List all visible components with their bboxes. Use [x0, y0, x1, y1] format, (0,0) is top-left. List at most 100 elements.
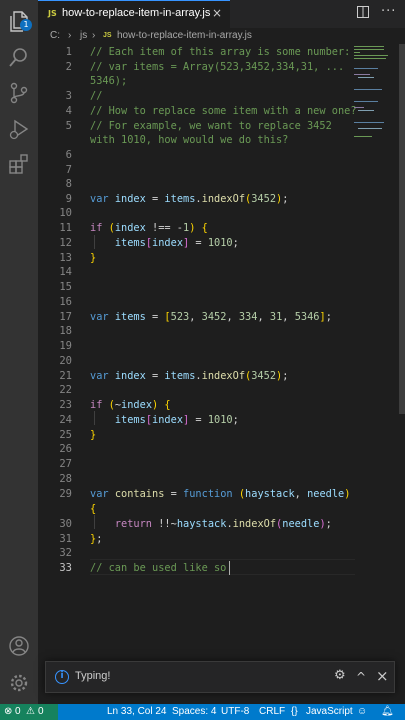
code-line-33: // can be used like so	[90, 562, 233, 574]
more-actions-icon[interactable]: ···	[381, 4, 396, 19]
minimap-line	[354, 58, 386, 59]
minimap[interactable]	[352, 44, 398, 164]
encoding[interactable]: UTF-8	[221, 706, 249, 717]
line-number: 3	[65, 90, 72, 102]
notification-gear-icon[interactable]: ⚙	[334, 668, 346, 683]
warning-icon: ⚠	[26, 706, 35, 717]
line-number: 27	[59, 458, 72, 470]
code-line-5-wrap: with 1010, how would we do this?	[90, 134, 289, 146]
code-line-31: };	[90, 533, 103, 545]
code-line-3: //	[90, 90, 103, 102]
braces-icon: {}	[291, 706, 298, 717]
source-control-icon[interactable]	[6, 80, 32, 106]
minimap-line	[358, 128, 382, 129]
notification-toast: i Typing! ⚙ ^ ×	[45, 661, 395, 693]
notification-collapse-icon[interactable]: ^	[356, 670, 366, 684]
code-line-13: }	[90, 252, 97, 264]
line-number: 14	[59, 266, 72, 278]
code-line-2-wrap: 5346);	[90, 75, 128, 87]
chevron-right-icon: ›	[68, 30, 72, 41]
minimap-line	[354, 74, 370, 75]
line-number: 22	[59, 384, 72, 396]
code-editor[interactable]: 1 2 3 4 5 6 7 8 9 10 11 12 13 14 15 16 17 18 19 20 21 22 23 24 2…	[38, 44, 405, 660]
breadcrumb-file[interactable]: how-to-replace-item-in-array.js	[117, 30, 252, 41]
status-bar: ⊗ 0 ⚠ 0 Ln 33, Col 24 Spaces: 4 UTF-8 CR…	[0, 704, 405, 720]
breadcrumb-folder[interactable]: js	[80, 30, 87, 41]
code-line-29: var contains = function (haystack, needl…	[90, 488, 351, 500]
code-line-23: if (~index) {	[90, 399, 171, 411]
line-number: 30	[59, 518, 72, 530]
search-icon[interactable]	[6, 44, 32, 70]
code-line-17: var items = [523, 3452, 334, 31, 5346];	[90, 311, 332, 323]
line-number: 13	[59, 252, 72, 264]
line-number: 16	[59, 296, 72, 308]
minimap-line	[354, 107, 364, 108]
line-number: 11	[59, 222, 72, 234]
code-line-30: return !!~haystack.indexOf(needle);	[114, 518, 332, 530]
warning-count[interactable]: 0	[38, 706, 44, 717]
explorer-badge: 1	[20, 19, 32, 31]
code-line-12: items[index] = 1010;	[114, 237, 239, 249]
line-ending[interactable]: CRLF	[259, 706, 285, 717]
line-number: 18	[59, 325, 72, 337]
line-number: 17	[59, 311, 72, 323]
indentation[interactable]: Spaces: 4	[172, 706, 216, 717]
run-debug-icon[interactable]	[6, 116, 32, 142]
breadcrumb: C: › js › JS how-to-replace-item-in-arra…	[38, 28, 405, 44]
minimap-line	[354, 122, 384, 123]
line-number: 7	[65, 164, 72, 176]
minimap-line	[354, 49, 384, 50]
line-number: 28	[59, 473, 72, 485]
minimap-line	[354, 55, 388, 56]
code-line-2: // var items = Array(523,3452,334,31, ..…	[90, 61, 345, 73]
notification-message: Typing!	[75, 670, 111, 682]
activity-bar: 1	[0, 0, 38, 704]
split-editor-icon[interactable]	[357, 6, 369, 21]
line-number: 29	[59, 488, 72, 500]
line-number: 21	[59, 370, 72, 382]
minimap-line	[354, 46, 384, 47]
line-number: 33	[59, 562, 72, 574]
cursor-position[interactable]: Ln 33, Col 24	[107, 706, 167, 717]
language-mode[interactable]: JavaScript	[306, 706, 353, 717]
error-count[interactable]: 0	[15, 706, 21, 717]
line-number: 24	[59, 414, 72, 426]
line-number: 5	[65, 120, 72, 132]
line-number: 2	[65, 61, 72, 73]
line-number: 15	[59, 281, 72, 293]
line-number: 19	[59, 340, 72, 352]
code-line-25: }	[90, 429, 97, 441]
code-line-21: var index = items.indexOf(3452);	[90, 370, 289, 382]
chevron-right-icon: ›	[92, 30, 96, 41]
minimap-line	[358, 110, 374, 111]
line-number: 23	[59, 399, 72, 411]
line-number: 26	[59, 443, 72, 455]
code-line-1: // Each item of this array is some numbe…	[90, 46, 351, 58]
notifications-bell-icon[interactable]: 🔔︎	[381, 706, 394, 717]
js-file-icon: JS	[103, 32, 112, 39]
minimap-line	[358, 77, 374, 78]
code-line-24: items[index] = 1010;	[114, 414, 239, 426]
notification-close-icon[interactable]: ×	[376, 667, 389, 685]
editor-tab[interactable]: JS how-to-replace-item-in-array.js ×	[38, 0, 230, 28]
tab-close-icon[interactable]: ×	[212, 6, 222, 20]
line-number: 31	[59, 533, 72, 545]
tab-filename: how-to-replace-item-in-array.js	[62, 7, 211, 19]
line-number: 4	[65, 105, 72, 117]
code-line-9: var index = items.indexOf(3452);	[90, 193, 289, 205]
minimap-line	[354, 89, 382, 90]
minimap-line	[354, 101, 378, 102]
code-line-29-wrap: {	[90, 503, 97, 515]
minimap-line	[354, 68, 378, 69]
extensions-icon[interactable]	[6, 152, 32, 178]
line-number: 20	[59, 355, 72, 367]
manage-gear-icon[interactable]	[6, 670, 32, 696]
feedback-icon[interactable]: ☺	[357, 706, 367, 717]
error-icon: ⊗	[4, 706, 13, 717]
minimap-line	[354, 136, 372, 137]
minimap-line	[354, 52, 360, 53]
js-file-icon: JS	[48, 9, 57, 18]
vertical-scrollbar[interactable]	[399, 44, 405, 414]
breadcrumb-drive[interactable]: C:	[50, 30, 60, 41]
account-icon[interactable]	[6, 633, 32, 659]
